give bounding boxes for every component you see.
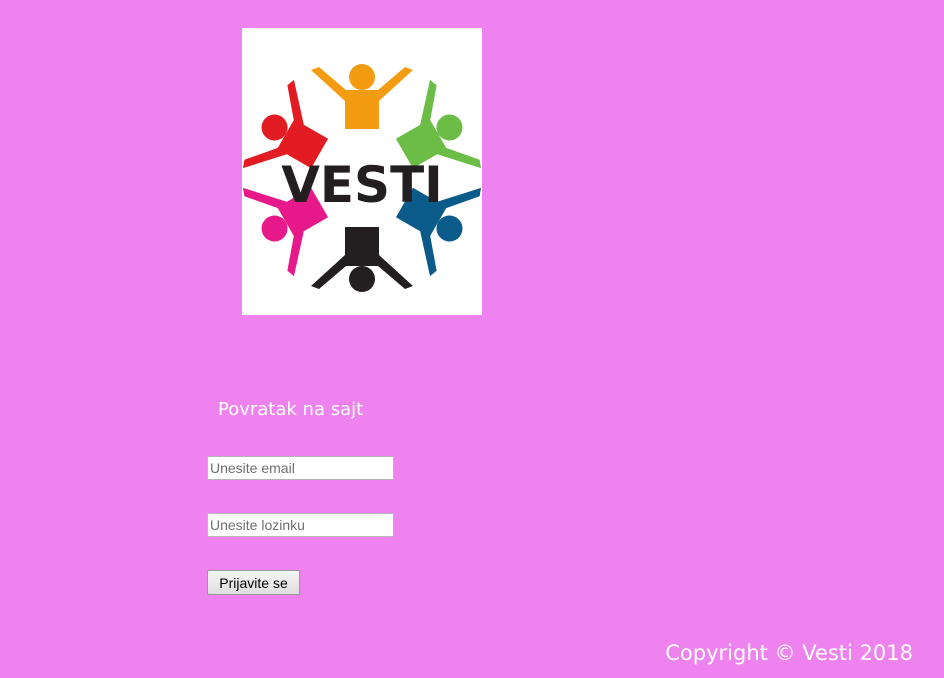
logo-wordmark: VESTI <box>281 156 443 214</box>
password-field[interactable] <box>207 513 394 537</box>
logo-figure-bottom <box>311 227 413 292</box>
logo-figure-top <box>311 64 413 129</box>
email-field[interactable] <box>207 456 394 480</box>
back-to-site-link[interactable]: Povratak na sajt <box>218 399 363 420</box>
copyright-text: Copyright © Vesti 2018 <box>665 641 913 665</box>
vesti-logo: VESTI <box>242 28 482 315</box>
vesti-logo-graphic: VESTI <box>242 64 482 292</box>
login-button[interactable]: Prijavite se <box>207 570 300 595</box>
